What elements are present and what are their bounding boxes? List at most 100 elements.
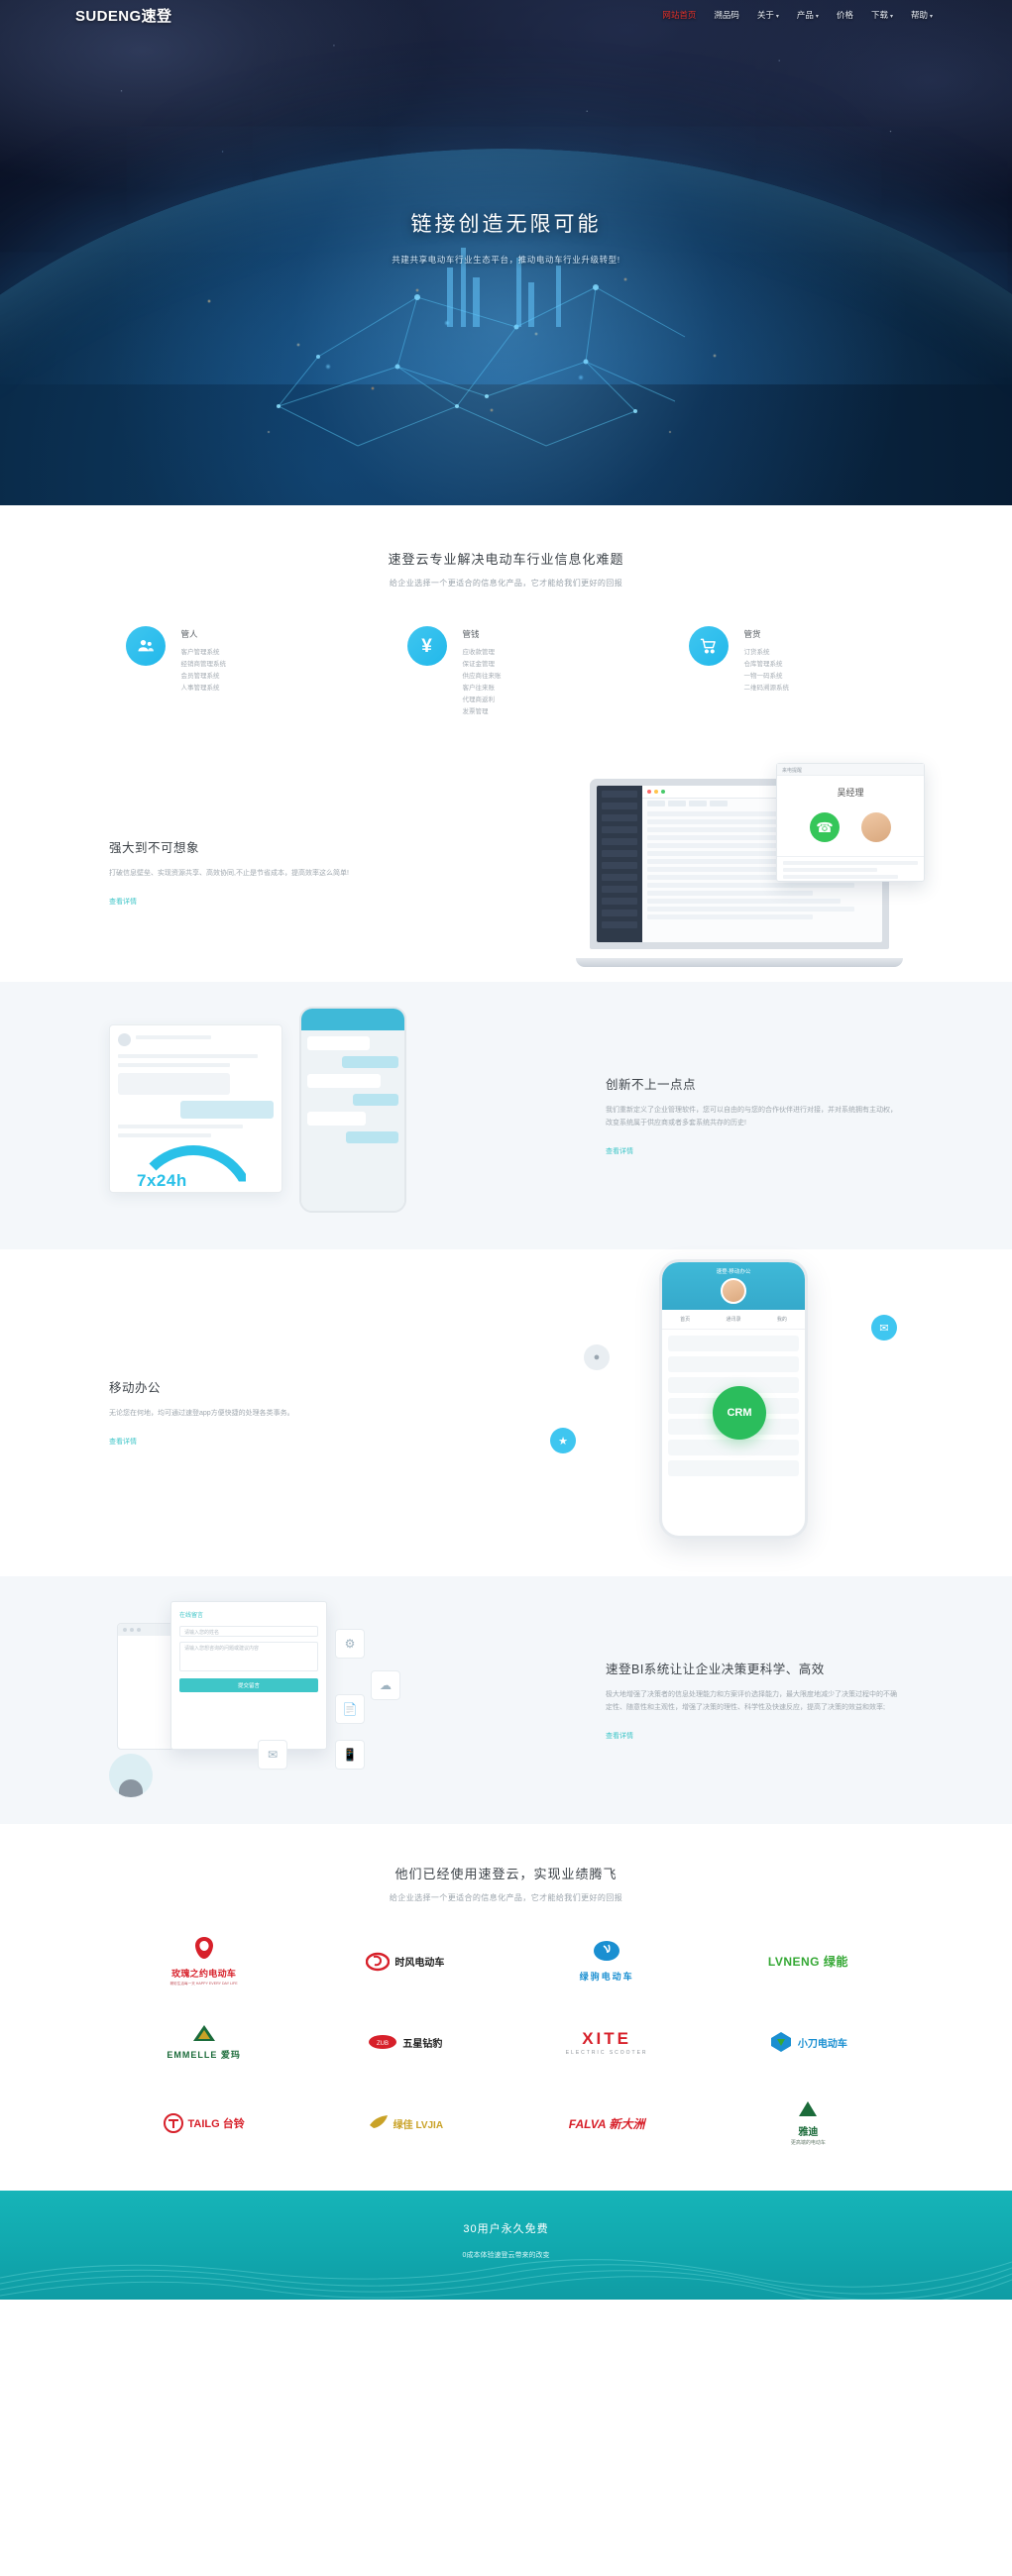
client-logo-name: 雅迪 <box>798 2127 819 2139</box>
message-field[interactable]: 请输入您想咨询的问题或建议内容 <box>179 1642 318 1672</box>
solutions-header: 速登云专业解决电动车行业信息化难题 给企业选择一个更适合的信息化产品，它才能给我… <box>0 549 1012 589</box>
innovation-text: 我们重新定义了企业管理软件，您可以自由的与您的合作伙伴进行对接，并对系统拥有主动… <box>606 1106 897 1127</box>
client-logo[interactable]: 玫瑰之约电动车 精彩生活每一天 HAPPY EVERY DAY LIFE <box>170 1937 238 1986</box>
client-logo[interactable]: XITE ELECTRIC SCOOTER <box>566 2018 648 2066</box>
nav-item-traceability-code[interactable]: 溯品码 <box>714 9 739 21</box>
solution-list-item: 保证金管理 <box>462 661 496 669</box>
chat-icon: ✉ <box>871 1315 897 1342</box>
solution-card-people[interactable]: 管人 客户管理系统 经销商管理系统 会员管理系统 人事管理系统 <box>125 626 324 718</box>
nav-item-products[interactable]: 产品 ▾ <box>797 9 819 21</box>
settings-gear-icon: ⚙ <box>335 1629 365 1660</box>
nav-item-pricing[interactable]: 价格 <box>837 9 853 21</box>
people-icon <box>125 626 166 666</box>
client-logo-name: LVNENG 绿能 <box>767 1954 848 1969</box>
chat-illustration: 7x24h <box>109 1007 406 1225</box>
tab-contacts[interactable]: 通讯录 <box>726 1316 740 1323</box>
nav-item-about[interactable]: 关于 ▾ <box>757 9 779 21</box>
app-name: 速登·移动办公 <box>716 1269 751 1276</box>
clients-section: 他们已经使用速登云，实现业绩腾飞 给企业选择一个更适合的信息化产品，它才能给我们… <box>0 1824 1012 2192</box>
solution-card-goods[interactable]: 管货 订货系统 仓库管理系统 一物一码系统 二维码溯源系统 <box>688 626 887 718</box>
avatar <box>109 1754 153 1798</box>
chat-bubble-outgoing <box>179 1101 274 1120</box>
solution-name: 管人 <box>180 629 198 639</box>
footer-title: 30用户永久免费 <box>463 2223 549 2236</box>
incoming-call-window: 来电提醒 吴经理 ☎ <box>776 763 925 883</box>
mobile-copy: 移动办公 无论您在何地，均可通过速登app方便快捷的处理各类事务。 查看详情 <box>109 1377 387 1449</box>
list-item[interactable] <box>668 1440 799 1456</box>
solution-card-money[interactable]: ¥ 管钱 应收款管理 保证金管理 供应商往来账 客户往来账 代理商返利 发票管理 <box>406 626 606 718</box>
powerful-detail-link[interactable]: 查看详情 <box>109 897 137 907</box>
submit-button[interactable]: 提交留言 <box>179 1678 318 1693</box>
chat-bubble-incoming <box>118 1073 231 1096</box>
client-logo[interactable]: FALVA 新大洲 <box>569 2099 645 2147</box>
app-header: 速登·移动办公 <box>662 1262 805 1311</box>
hand-phone-illustration: 速登·移动办公 首页 通讯录 我的 CRM ✉ ★ ● <box>550 1259 903 1584</box>
client-logo-name: TAILG 台铃 <box>187 2118 245 2131</box>
solution-name: 管货 <box>743 629 761 639</box>
call-window-details <box>777 856 924 886</box>
solution-list-item: 订货系统 <box>743 649 770 656</box>
client-logo[interactable]: 绿驹电动车 <box>580 1937 634 1985</box>
hero-copy: 链接创造无限可能 共建共享电动车行业生态平台，推动电动车行业升级转型! <box>0 208 1012 266</box>
solutions-section: 速登云专业解决电动车行业信息化难题 给企业选择一个更适合的信息化产品，它才能给我… <box>0 505 1012 765</box>
solution-list-item: 应收款管理 <box>462 649 496 656</box>
hero-section: SUDENG速登 网站首页 溯品码 关于 ▾ 产品 ▾ 价格 下载 ▾ 帮助 ▾ 链接创… <box>0 0 1012 505</box>
solution-list-item: 二维码溯源系统 <box>743 685 790 693</box>
client-logo-name: 时风电动车 <box>394 1957 445 1969</box>
bi-detail-link[interactable]: 查看详情 <box>606 1731 633 1741</box>
hero-title: 链接创造无限可能 <box>410 213 602 236</box>
innovation-detail-link[interactable]: 查看详情 <box>606 1146 633 1156</box>
solution-name: 管钱 <box>462 629 480 639</box>
tab-mine[interactable]: 我的 <box>777 1316 787 1323</box>
list-item[interactable] <box>668 1356 799 1373</box>
phone-chat-body <box>301 1030 404 1212</box>
avatar <box>118 1033 131 1047</box>
client-logo[interactable]: TAILG 台铃 <box>163 2099 245 2147</box>
solution-list-item: 仓库管理系统 <box>743 661 783 669</box>
client-logo-sub: 更高端的电动车 <box>790 2140 826 2147</box>
name-field[interactable]: 请输入您的姓名 <box>179 1626 318 1638</box>
clients-title: 他们已经使用速登云，实现业绩腾飞 <box>394 1867 618 1882</box>
client-logo-name: 玫瑰之约电动车 <box>171 1969 237 1980</box>
chat-panel-header <box>118 1033 274 1047</box>
list-item[interactable] <box>668 1336 799 1352</box>
hero-subtitle: 共建共享电动车行业生态平台，推动电动车行业升级转型! <box>392 255 620 265</box>
tab-home[interactable]: 首页 <box>680 1316 690 1323</box>
client-logo[interactable]: 雅迪 更高端的电动车 <box>791 2099 826 2147</box>
client-logo[interactable]: 时风电动车 <box>366 1937 444 1985</box>
client-logo[interactable]: 绿佳 LVJIA <box>368 2099 443 2147</box>
laptop-illustration: 来电提醒 吴经理 ☎ <box>576 763 925 968</box>
client-logo[interactable]: 小刀电动车 <box>769 2018 847 2066</box>
nav-item-help[interactable]: 帮助 ▾ <box>911 9 933 21</box>
solution-list-item: 人事管理系统 <box>180 685 220 693</box>
clients-header: 他们已经使用速登云，实现业绩腾飞 给企业选择一个更适合的信息化产品，它才能给我们… <box>0 1864 1012 1903</box>
svg-text:ZUB: ZUB <box>377 2041 389 2047</box>
mobile-text: 无论您在何地，均可通过速登app方便快捷的处理各类事务。 <box>109 1410 294 1418</box>
site-logo[interactable]: SUDENG速登 <box>75 5 171 26</box>
client-logo[interactable]: ZUB 五星钻豹 <box>368 2018 442 2066</box>
avatar <box>721 1278 746 1305</box>
lvju-mark-icon <box>594 1940 620 1961</box>
list-item[interactable] <box>668 1460 799 1477</box>
bi-copy: 速登BI系统让让企业决策更科学、高效 极大地增强了决策者的信息处理能力和方案评价… <box>606 1659 903 1743</box>
nav-item-download[interactable]: 下载 ▾ <box>871 9 893 21</box>
nav-item-home[interactable]: 网站首页 <box>662 9 696 21</box>
client-logo-name: XITE <box>582 2028 632 2048</box>
mobile-detail-link[interactable]: 查看详情 <box>109 1437 137 1447</box>
yadea-mark-icon <box>799 2101 818 2117</box>
call-window-titlebar: 来电提醒 <box>777 764 924 777</box>
laptop-base <box>576 958 903 968</box>
client-logo[interactable]: LVNENG 绿能 <box>768 1937 848 1985</box>
app-sidebar-mock <box>597 786 642 943</box>
client-logo-name: 绿佳 LVJIA <box>393 2119 444 2131</box>
client-logo[interactable]: EMMELLE 爱玛 <box>167 2018 241 2066</box>
solution-list-item: 一物一码系统 <box>743 673 783 681</box>
client-logo-name: FALVA 新大洲 <box>568 2116 645 2131</box>
solution-list-item: 代理商返利 <box>462 697 496 704</box>
client-logo-name: 绿驹电动车 <box>579 1971 634 1982</box>
tailg-mark-icon <box>163 2113 183 2134</box>
clients-subtitle: 给企业选择一个更适合的信息化产品，它才能给我们更好的回报 <box>389 1893 623 1903</box>
service-badge: 7x24h <box>137 1171 187 1191</box>
cloud-icon: ☁ <box>371 1670 400 1701</box>
phone-icon[interactable]: ☎ <box>810 812 840 843</box>
